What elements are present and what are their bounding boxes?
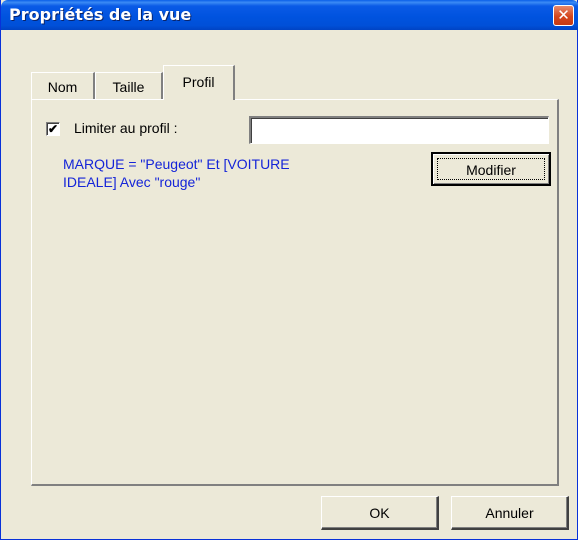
tab-profil[interactable]: Profil: [163, 65, 235, 100]
close-icon[interactable]: ✕: [553, 5, 574, 26]
tab-nom[interactable]: Nom: [31, 72, 95, 100]
limit-profile-label[interactable]: Limiter au profil :: [74, 120, 177, 136]
profile-input[interactable]: [249, 116, 549, 144]
dialog-window: Propriétés de la vue ✕ Nom Taille Profil…: [0, 0, 578, 540]
tab-taille[interactable]: Taille: [95, 72, 163, 100]
modify-button[interactable]: Modifier: [431, 152, 551, 186]
title-bar[interactable]: Propriétés de la vue ✕: [1, 0, 578, 30]
window-title: Propriétés de la vue: [9, 5, 192, 24]
ok-button[interactable]: OK: [321, 496, 439, 530]
cancel-button[interactable]: Annuler: [451, 496, 569, 530]
profile-expression: MARQUE = "Peugeot" Et [VOITURE IDEALE] A…: [63, 155, 383, 191]
profile-expression-line-2: IDEALE] Avec "rouge": [63, 174, 201, 190]
profile-expression-line-1: MARQUE = "Peugeot" Et [VOITURE: [63, 156, 290, 172]
modify-button-label: Modifier: [437, 158, 545, 180]
limit-profile-checkbox[interactable]: ✔: [46, 122, 60, 136]
